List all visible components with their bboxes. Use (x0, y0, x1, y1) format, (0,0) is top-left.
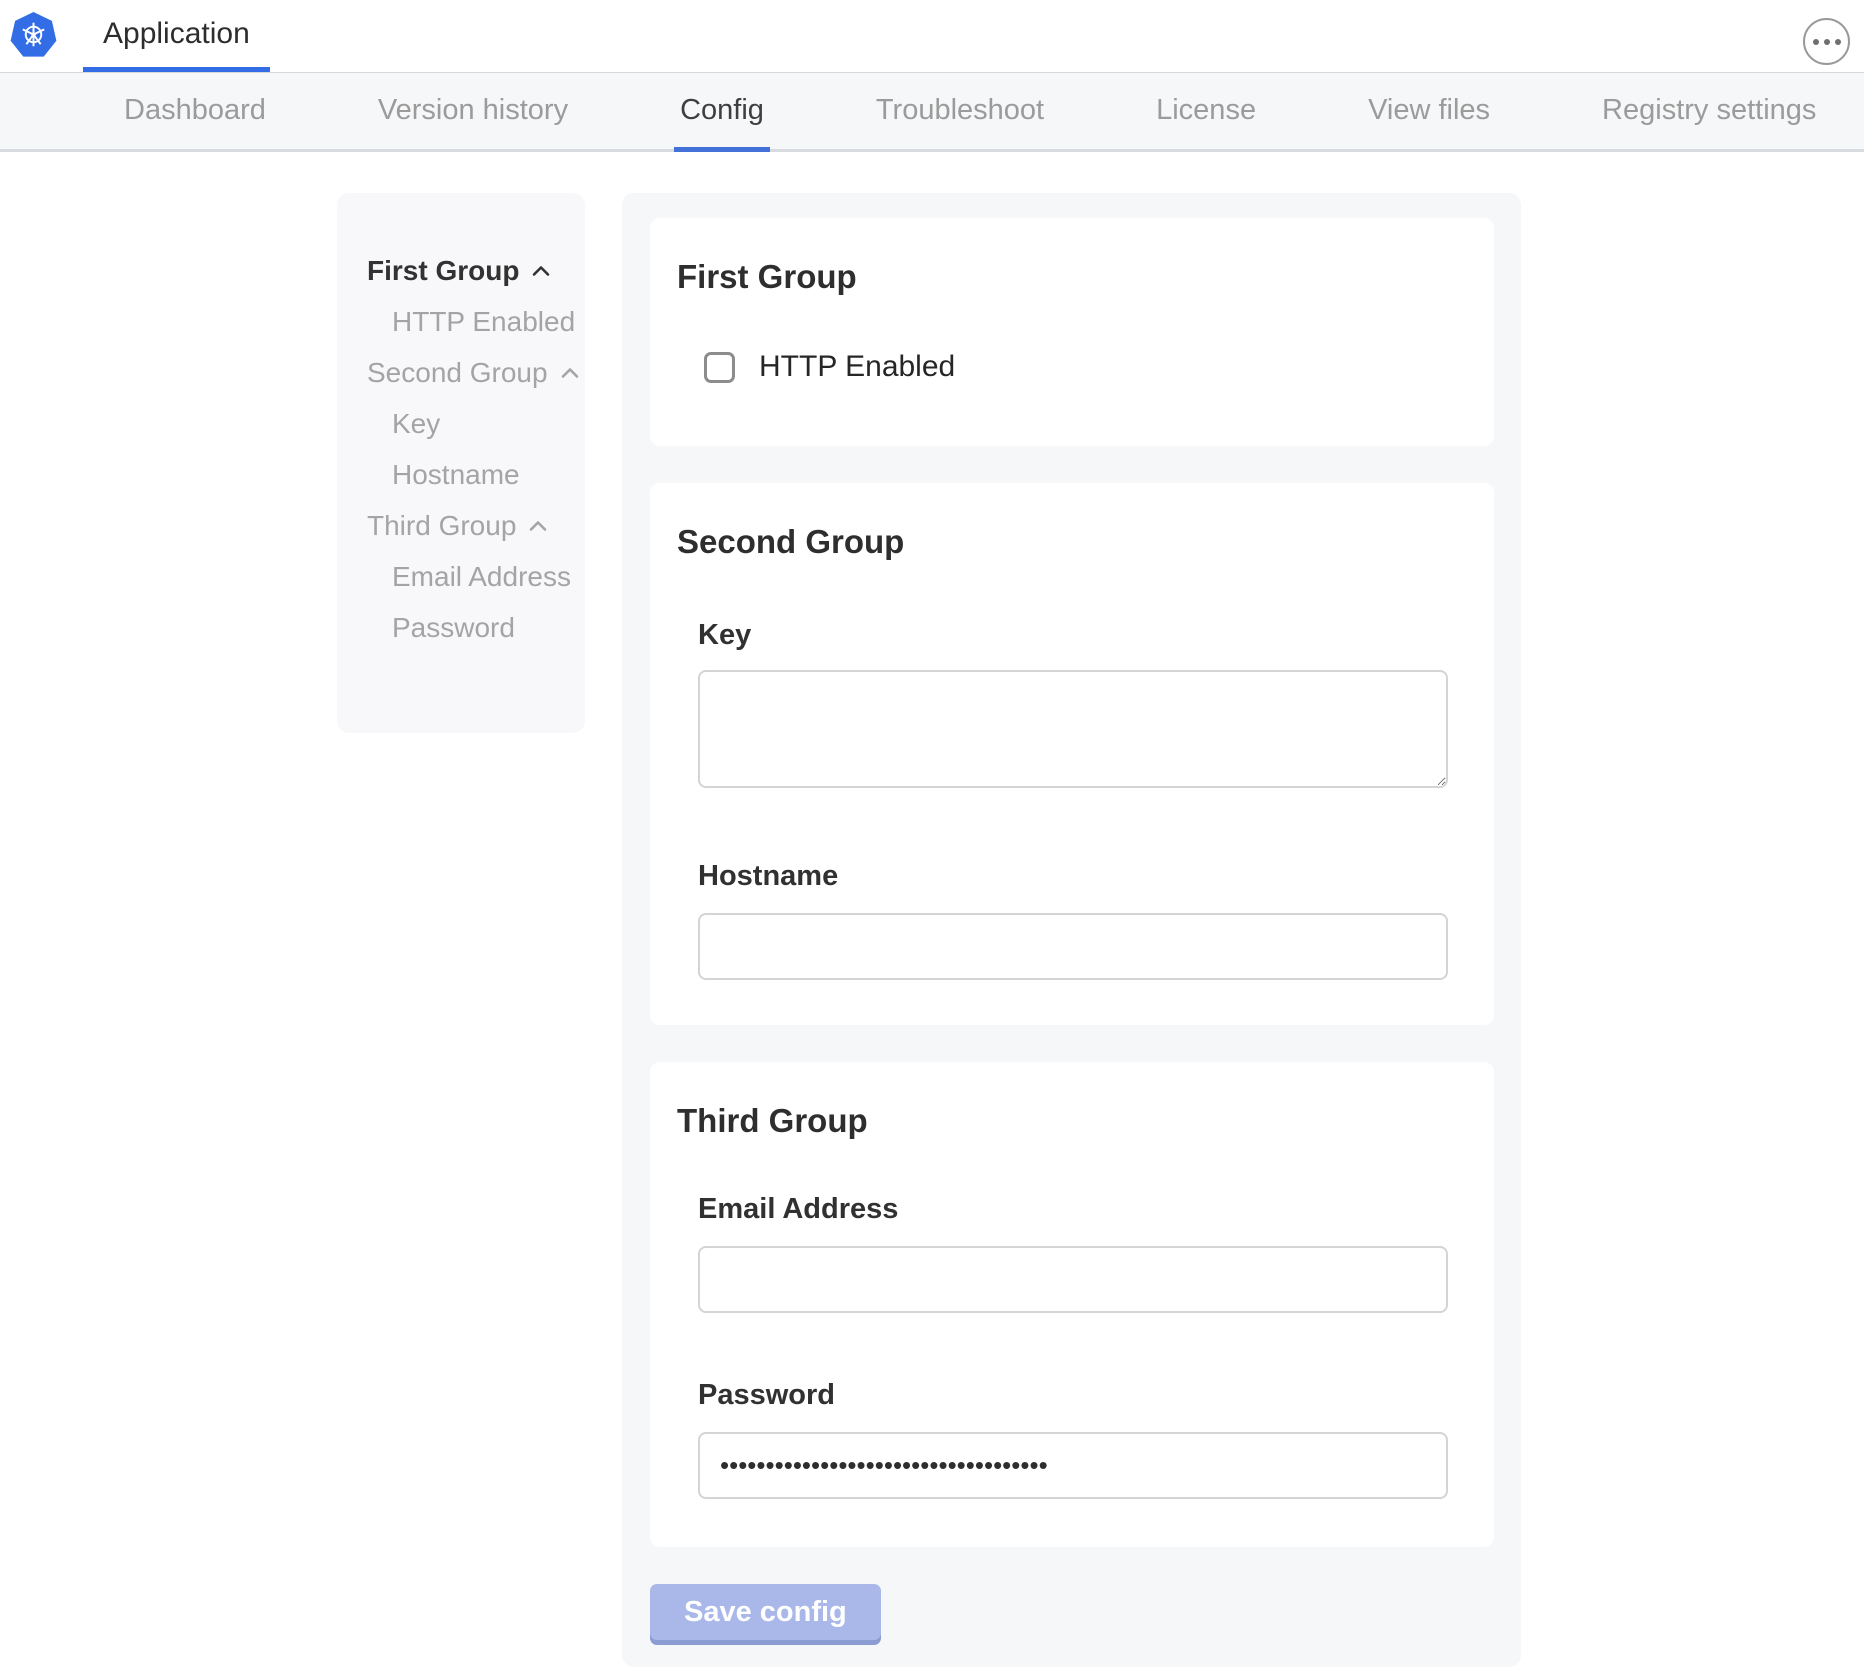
key-textarea[interactable] (698, 670, 1448, 788)
password-input[interactable] (698, 1432, 1448, 1499)
save-config-button[interactable]: Save config (650, 1584, 881, 1640)
sidebar-item-label: Third Group (367, 512, 516, 540)
tab-dashboard[interactable]: Dashboard (118, 73, 272, 152)
sidebar-item-third-group[interactable]: Third Group (367, 512, 575, 540)
hostname-field: Hostname (698, 860, 1448, 980)
password-field: Password (698, 1379, 1448, 1499)
chevron-up-icon (558, 361, 582, 385)
chevron-up-icon (529, 259, 553, 283)
http-enabled-label[interactable]: HTTP Enabled (759, 350, 955, 384)
group-title: Second Group (677, 523, 1464, 561)
sidebar-item-label: Hostname (392, 461, 520, 489)
sidebar-item-label: HTTP Enabled (392, 308, 575, 336)
key-label: Key (698, 619, 1448, 652)
group-title: First Group (677, 258, 1464, 296)
sidebar-item-http-enabled[interactable]: HTTP Enabled (367, 308, 575, 336)
sidebar-item-first-group[interactable]: First Group (367, 257, 575, 285)
tab-application[interactable]: Application (83, 0, 270, 72)
key-field: Key (698, 619, 1448, 788)
chevron-up-icon (526, 514, 550, 538)
sidebar-item-label: Key (392, 410, 440, 438)
sidebar-item-label: Second Group (367, 359, 548, 387)
hostname-input[interactable] (698, 913, 1448, 980)
sidebar-item-second-group[interactable]: Second Group (367, 359, 575, 387)
email-address-label: Email Address (698, 1193, 1448, 1226)
email-address-input[interactable] (698, 1246, 1448, 1313)
group-title: Third Group (677, 1102, 1464, 1140)
tab-license[interactable]: License (1150, 73, 1262, 152)
email-address-field: Email Address (698, 1193, 1448, 1313)
tab-troubleshoot[interactable]: Troubleshoot (870, 73, 1050, 152)
password-label: Password (698, 1379, 1448, 1412)
page: Application Dashboard Version history Co… (0, 0, 1864, 1680)
config-group-third: Third Group Email Address Password (650, 1062, 1494, 1547)
app-nav: Dashboard Version history Config Trouble… (0, 72, 1864, 152)
config-group-first: First Group HTTP Enabled (650, 218, 1494, 446)
tab-version-history[interactable]: Version history (372, 73, 574, 152)
config-form-panel: First Group HTTP Enabled Second Group Ke… (622, 193, 1521, 1667)
tab-config[interactable]: Config (674, 73, 770, 152)
http-enabled-checkbox[interactable] (704, 352, 735, 383)
sidebar-item-password[interactable]: Password (367, 614, 575, 642)
app-header: Application (0, 0, 1864, 72)
sidebar-item-email-address[interactable]: Email Address (367, 563, 575, 591)
sidebar-item-key[interactable]: Key (367, 410, 575, 438)
sidebar-item-label: First Group (367, 257, 519, 285)
config-group-second: Second Group Key Hostname (650, 483, 1494, 1025)
config-sidebar: First Group HTTP Enabled Second Group Ke… (337, 193, 585, 733)
sidebar-item-hostname[interactable]: Hostname (367, 461, 575, 489)
sidebar-item-label: Email Address (392, 563, 571, 591)
tab-view-files[interactable]: View files (1362, 73, 1496, 152)
tab-registry-settings[interactable]: Registry settings (1596, 73, 1822, 152)
http-enabled-field: HTTP Enabled (704, 350, 1464, 384)
hostname-label: Hostname (698, 860, 1448, 893)
ellipsis-icon[interactable] (1803, 18, 1850, 65)
sidebar-item-label: Password (392, 614, 515, 642)
kubernetes-logo (10, 12, 57, 59)
